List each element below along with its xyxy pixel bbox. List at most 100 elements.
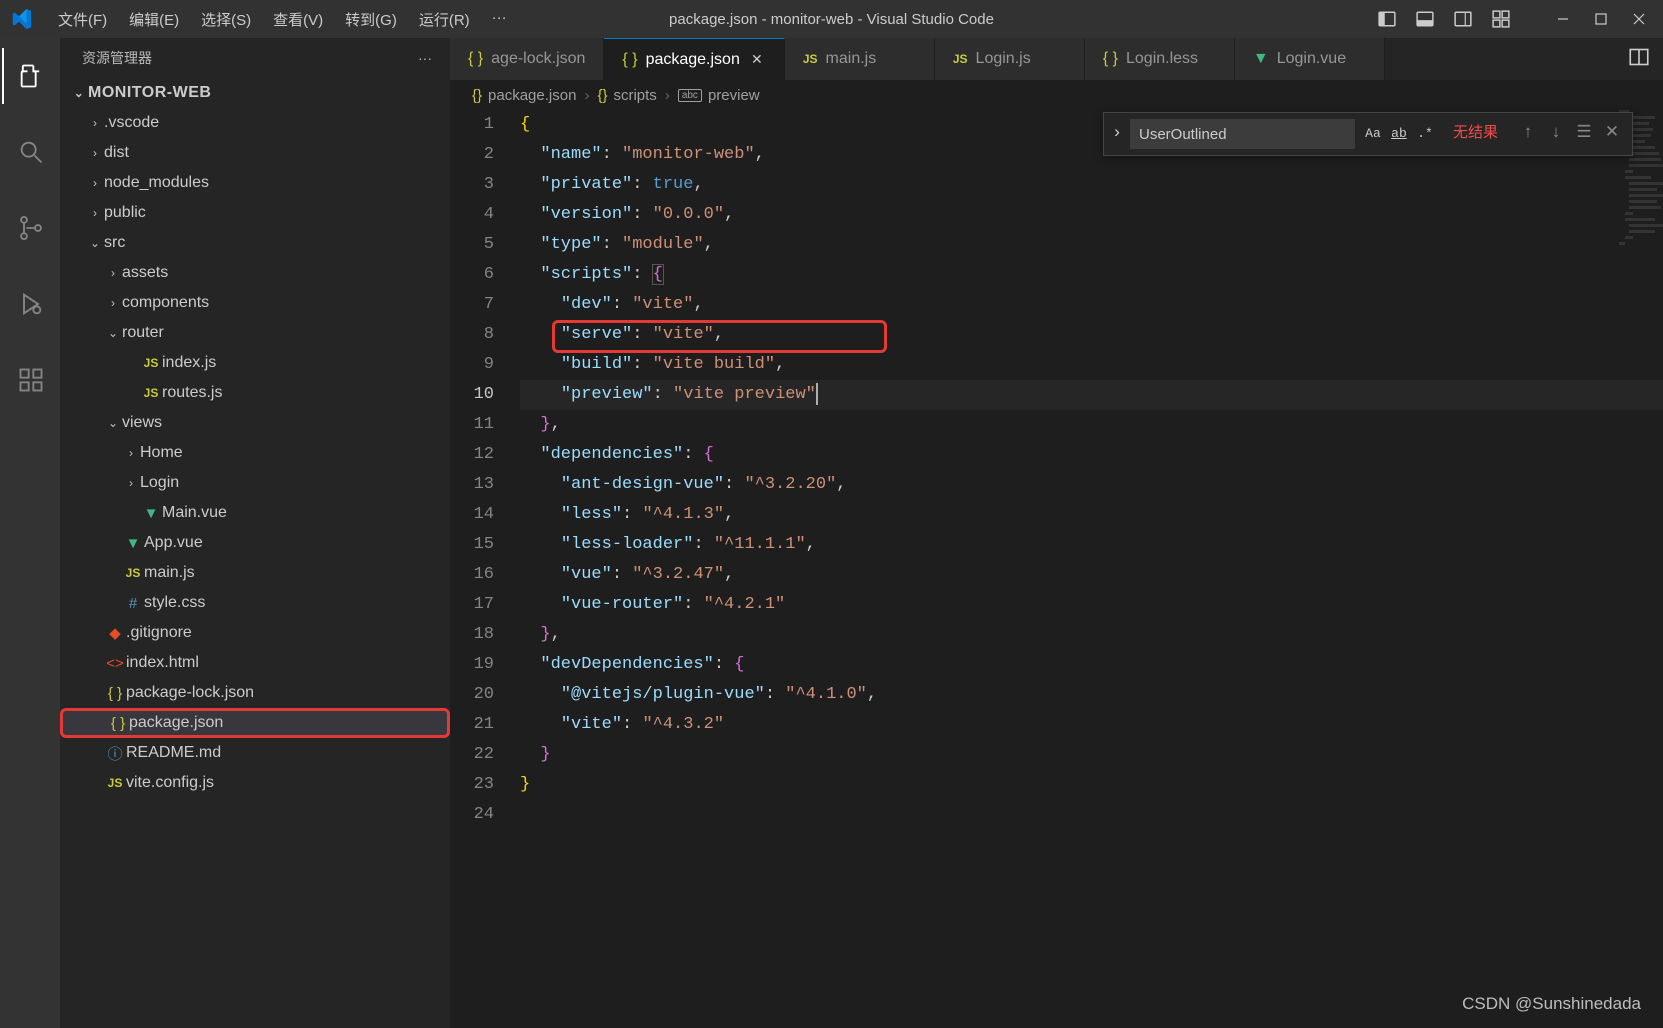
code-line[interactable]: "build": "vite build", bbox=[520, 350, 1663, 380]
tree-file[interactable]: JSroutes.js bbox=[60, 378, 450, 408]
menu-item[interactable]: 运行(R) bbox=[409, 5, 480, 34]
breadcrumb-item[interactable]: {}package.json bbox=[472, 87, 576, 104]
tree-label: router bbox=[122, 324, 164, 342]
menu-item[interactable]: 文件(F) bbox=[48, 5, 117, 34]
tree-file[interactable]: { }package-lock.json bbox=[60, 678, 450, 708]
tree-file[interactable]: ◆.gitignore bbox=[60, 618, 450, 648]
activity-extensions[interactable] bbox=[2, 352, 58, 408]
breadcrumb-item[interactable]: abcpreview bbox=[678, 87, 760, 104]
layout-bottom-icon[interactable] bbox=[1411, 5, 1439, 33]
tree-file[interactable]: JSvite.config.js bbox=[60, 768, 450, 798]
chevron-right-icon: › bbox=[86, 146, 104, 160]
layout-right-icon[interactable] bbox=[1449, 5, 1477, 33]
tree-file[interactable]: ▼Main.vue bbox=[60, 498, 450, 528]
prev-match-icon[interactable]: ↑ bbox=[1516, 122, 1540, 146]
editor-tab[interactable]: { }package.json✕ bbox=[604, 38, 784, 80]
code-line[interactable]: "vue": "^3.2.47", bbox=[520, 560, 1663, 590]
code-line[interactable]: "vite": "^4.3.2" bbox=[520, 710, 1663, 740]
window-title: package.json - monitor-web - Visual Stud… bbox=[669, 11, 994, 28]
close-tab-icon[interactable]: ✕ bbox=[748, 51, 766, 69]
code-line[interactable]: "serve": "vite", bbox=[520, 320, 1663, 350]
editor-area: { }age-lock.json{ }package.json✕JSmain.j… bbox=[450, 38, 1663, 1028]
tree-root[interactable]: ⌄ MONITOR-WEB bbox=[60, 78, 450, 108]
code-line[interactable]: }, bbox=[520, 620, 1663, 650]
find-in-selection-icon[interactable]: ☰ bbox=[1572, 122, 1596, 146]
search-input[interactable] bbox=[1130, 119, 1355, 149]
breadcrumb-item[interactable]: {}scripts bbox=[597, 87, 656, 104]
regex-icon[interactable]: .* bbox=[1413, 122, 1437, 146]
tree-file[interactable]: { }package.json bbox=[60, 708, 450, 738]
next-match-icon[interactable]: ↓ bbox=[1544, 122, 1568, 146]
tree-folder[interactable]: ›node_modules bbox=[60, 168, 450, 198]
code-line[interactable]: "less-loader": "^11.1.1", bbox=[520, 530, 1663, 560]
editor-tab[interactable]: JSLogin.js bbox=[935, 38, 1085, 80]
tree-folder[interactable]: ›components bbox=[60, 288, 450, 318]
code-line[interactable]: "vue-router": "^4.2.1" bbox=[520, 590, 1663, 620]
code-line[interactable]: "private": true, bbox=[520, 170, 1663, 200]
code-line[interactable]: "preview": "vite preview" bbox=[520, 380, 1663, 410]
activity-search[interactable] bbox=[2, 124, 58, 180]
code-line[interactable]: "scripts": { bbox=[520, 260, 1663, 290]
tree-file[interactable]: JSindex.js bbox=[60, 348, 450, 378]
code-line[interactable]: "dev": "vite", bbox=[520, 290, 1663, 320]
window-close-icon[interactable] bbox=[1625, 5, 1653, 33]
breadcrumbs[interactable]: {}package.json›{}scripts›abcpreview bbox=[450, 80, 1663, 110]
code-content[interactable]: { "name": "monitor-web", "private": true… bbox=[520, 110, 1663, 1028]
code-line[interactable]: "devDependencies": { bbox=[520, 650, 1663, 680]
tree-file[interactable]: ▼App.vue bbox=[60, 528, 450, 558]
close-search-icon[interactable]: ✕ bbox=[1600, 122, 1624, 146]
layout-customization-icon[interactable] bbox=[1487, 5, 1515, 33]
tree-folder[interactable]: ›.vscode bbox=[60, 108, 450, 138]
tree-file[interactable]: ⓘREADME.md bbox=[60, 738, 450, 768]
tree-folder[interactable]: ›Home bbox=[60, 438, 450, 468]
tree-folder[interactable]: ›dist bbox=[60, 138, 450, 168]
activity-explorer[interactable] bbox=[2, 48, 58, 104]
tree-folder[interactable]: ⌄views bbox=[60, 408, 450, 438]
menu-item[interactable]: ··· bbox=[482, 5, 517, 34]
tree-label: vite.config.js bbox=[126, 774, 214, 792]
window-minimize-icon[interactable] bbox=[1549, 5, 1577, 33]
layout-left-icon[interactable] bbox=[1373, 5, 1401, 33]
activity-run[interactable] bbox=[2, 276, 58, 332]
code-line[interactable] bbox=[520, 800, 1663, 830]
editor-tab[interactable]: ▼Login.vue bbox=[1235, 38, 1385, 80]
code-line[interactable]: "@vitejs/plugin-vue": "^4.1.0", bbox=[520, 680, 1663, 710]
code-line[interactable]: "less": "^4.1.3", bbox=[520, 500, 1663, 530]
code-line[interactable]: "version": "0.0.0", bbox=[520, 200, 1663, 230]
tree-file[interactable]: JSmain.js bbox=[60, 558, 450, 588]
editor-tab[interactable]: JSmain.js bbox=[785, 38, 935, 80]
code-line[interactable]: "ant-design-vue": "^3.2.20", bbox=[520, 470, 1663, 500]
tree-label: dist bbox=[104, 144, 129, 162]
tree-folder[interactable]: ›assets bbox=[60, 258, 450, 288]
match-case-icon[interactable]: Aa bbox=[1361, 122, 1385, 146]
tree-folder[interactable]: ⌄router bbox=[60, 318, 450, 348]
activity-scm[interactable] bbox=[2, 200, 58, 256]
tree-file[interactable]: #style.css bbox=[60, 588, 450, 618]
match-whole-word-icon[interactable]: ab bbox=[1387, 122, 1411, 146]
code-line[interactable]: "dependencies": { bbox=[520, 440, 1663, 470]
menu-item[interactable]: 编辑(E) bbox=[119, 5, 189, 34]
search-widget: › Aa ab .* 无结果 ↑ ↓ ☰ ✕ bbox=[1103, 112, 1633, 156]
code-line[interactable]: } bbox=[520, 770, 1663, 800]
more-icon[interactable]: ··· bbox=[418, 50, 432, 66]
editor[interactable]: › Aa ab .* 无结果 ↑ ↓ ☰ ✕ 12345678910111213… bbox=[450, 110, 1663, 1028]
tree-label: .vscode bbox=[104, 114, 159, 132]
menu-item[interactable]: 转到(G) bbox=[335, 5, 407, 34]
tree-label: assets bbox=[122, 264, 168, 282]
editor-tab[interactable]: { }age-lock.json bbox=[450, 38, 604, 80]
search-expand-icon[interactable]: › bbox=[1104, 119, 1130, 149]
tree-folder[interactable]: ⌄src bbox=[60, 228, 450, 258]
code-line[interactable]: } bbox=[520, 740, 1663, 770]
menu-item[interactable]: 选择(S) bbox=[191, 5, 261, 34]
menu-item[interactable]: 查看(V) bbox=[263, 5, 333, 34]
tree-file[interactable]: <>index.html bbox=[60, 648, 450, 678]
code-line[interactable]: "type": "module", bbox=[520, 230, 1663, 260]
chevron-right-icon: › bbox=[86, 206, 104, 220]
split-editor-icon[interactable] bbox=[1629, 47, 1649, 72]
tree-folder[interactable]: ›Login bbox=[60, 468, 450, 498]
tree-folder[interactable]: ›public bbox=[60, 198, 450, 228]
editor-tab[interactable]: { }Login.less bbox=[1085, 38, 1235, 80]
tree-label: public bbox=[104, 204, 146, 222]
code-line[interactable]: }, bbox=[520, 410, 1663, 440]
window-maximize-icon[interactable] bbox=[1587, 5, 1615, 33]
